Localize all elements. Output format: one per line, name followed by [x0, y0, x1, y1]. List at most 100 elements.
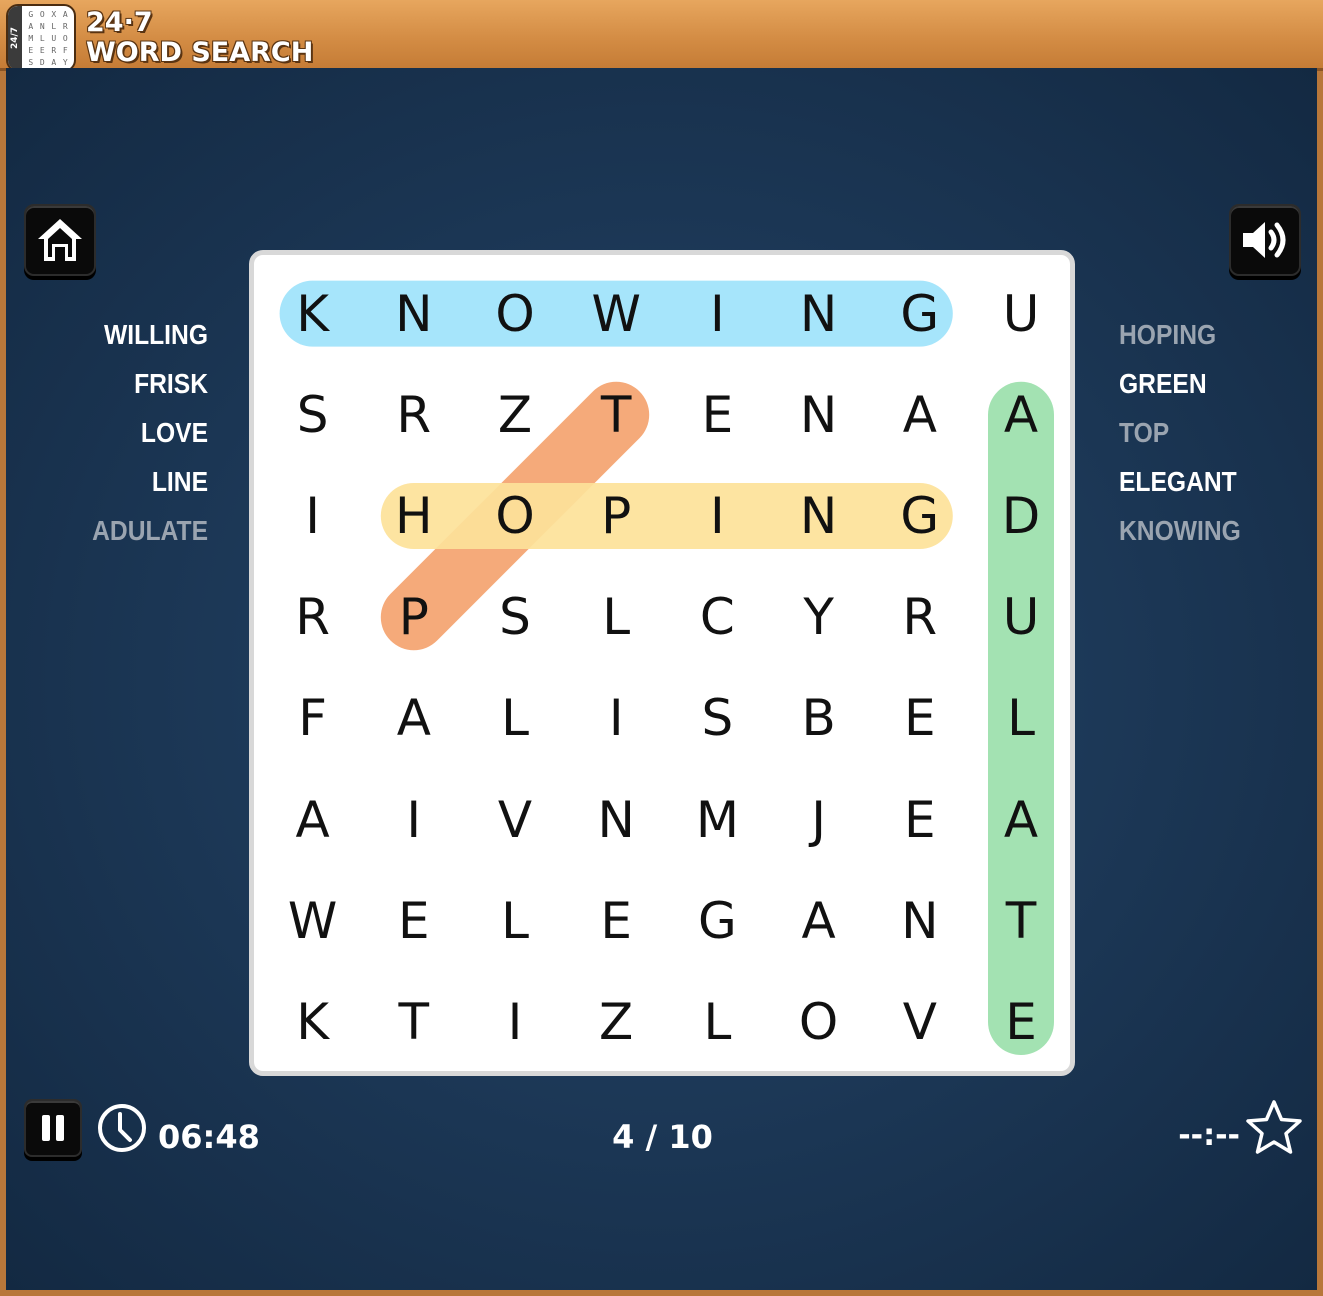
grid-cell[interactable]: L — [667, 972, 767, 1072]
grid-cell[interactable]: K — [263, 264, 363, 364]
grid-cell[interactable]: G — [667, 871, 767, 971]
grid-cell[interactable]: H — [364, 466, 464, 566]
word-list-item: WILLING — [103, 319, 208, 350]
grid-cell[interactable]: B — [769, 668, 869, 768]
grid-cell[interactable]: G — [870, 466, 970, 566]
grid-cell[interactable]: T — [566, 365, 666, 465]
logo-letter: A — [62, 10, 68, 19]
grid-cell[interactable]: E — [870, 770, 970, 870]
grid-cell[interactable]: I — [465, 972, 565, 1072]
grid-cell[interactable]: R — [870, 567, 970, 667]
word-list-item: FRISK — [134, 368, 208, 399]
grid-cell[interactable]: A — [769, 871, 869, 971]
grid-cell[interactable]: A — [971, 770, 1071, 870]
word-list-item: ELEGANT — [1119, 466, 1237, 497]
grid-cell[interactable]: J — [769, 770, 869, 870]
grid-cell[interactable]: U — [971, 567, 1071, 667]
grid-cell[interactable]: K — [263, 972, 363, 1072]
logo-title[interactable]: 24·7 WORD SEARCH — [86, 8, 313, 68]
grid-cell[interactable]: S — [263, 365, 363, 465]
logo-letter: M — [28, 34, 34, 43]
grid-cell[interactable]: V — [870, 972, 970, 1072]
logo-letter: A — [28, 22, 34, 31]
grid-cell[interactable]: A — [364, 668, 464, 768]
grid-cell[interactable]: Z — [465, 365, 565, 465]
grid-cell[interactable]: O — [465, 264, 565, 364]
grid-cell[interactable]: L — [566, 567, 666, 667]
grid-cell[interactable]: I — [263, 466, 363, 566]
grid-cell[interactable]: Z — [566, 972, 666, 1072]
word-list-item: ADULATE — [92, 515, 208, 546]
home-icon — [38, 219, 82, 261]
grid-cell[interactable]: E — [667, 365, 767, 465]
grid-cell[interactable]: T — [364, 972, 464, 1072]
timer: 06:48 — [158, 1118, 260, 1156]
grid-cell[interactable]: D — [971, 466, 1071, 566]
word-grid[interactable]: KNOWINGUSRZTENAAIHOPINGDRPSLCYRUFALISBEL… — [249, 250, 1075, 1076]
grid-cell[interactable]: Y — [769, 567, 869, 667]
word-list-right: HOPING GREEN TOP ELEGANT KNOWING — [1119, 310, 1319, 555]
grid-cell[interactable]: E — [364, 871, 464, 971]
pause-icon — [42, 1115, 64, 1141]
grid-cell[interactable]: O — [769, 972, 869, 1072]
grid-cell[interactable]: P — [566, 466, 666, 566]
grid-cell[interactable]: N — [769, 264, 869, 364]
word-list-item: HOPING — [1119, 319, 1217, 350]
grid-cell[interactable]: I — [667, 466, 767, 566]
grid-cell[interactable]: S — [667, 668, 767, 768]
grid-cell[interactable]: G — [870, 264, 970, 364]
grid-cell[interactable]: R — [364, 365, 464, 465]
logo-letter: R — [62, 22, 68, 31]
grid-cell[interactable]: U — [971, 264, 1071, 364]
top-bar: 24/7 GOXAANLRMLUOEERFSDAY 24·7 WORD SEAR… — [0, 0, 1323, 72]
logo-letter: R — [51, 46, 57, 55]
grid-cell[interactable]: L — [971, 668, 1071, 768]
pause-button[interactable] — [24, 1099, 82, 1157]
logo-letter: O — [62, 34, 68, 43]
logo-title-line2: WORD SEARCH — [86, 37, 314, 68]
logo-letter: N — [39, 22, 45, 31]
best-time: --:-- — [1178, 1118, 1240, 1153]
grid-cell[interactable]: S — [465, 567, 565, 667]
logo-icon[interactable]: 24/7 GOXAANLRMLUOEERFSDAY — [6, 4, 76, 72]
grid-cell[interactable]: F — [263, 668, 363, 768]
grid-cell[interactable]: V — [465, 770, 565, 870]
star-outline-icon[interactable] — [1243, 1098, 1305, 1158]
logo-title-line1: 24·7 — [86, 7, 153, 38]
grid-cell[interactable]: N — [769, 365, 869, 465]
words-found-progress: 4 / 10 — [612, 1118, 713, 1156]
grid-cell[interactable]: W — [263, 871, 363, 971]
grid-cell[interactable]: A — [971, 365, 1071, 465]
grid-cell[interactable]: I — [364, 770, 464, 870]
grid-cell[interactable]: E — [971, 972, 1071, 1072]
grid-cell[interactable]: M — [667, 770, 767, 870]
grid-cell[interactable]: R — [263, 567, 363, 667]
logo-letter: E — [28, 46, 34, 55]
grid-cell[interactable]: A — [263, 770, 363, 870]
grid-cell[interactable]: P — [364, 567, 464, 667]
grid-cell[interactable]: W — [566, 264, 666, 364]
grid-cell[interactable]: I — [566, 668, 666, 768]
word-list-item: TOP — [1119, 417, 1170, 448]
grid-cell[interactable]: L — [465, 668, 565, 768]
grid-cell[interactable]: E — [870, 668, 970, 768]
grid-cell[interactable]: O — [465, 466, 565, 566]
logo-mini-grid: GOXAANLRMLUOEERFSDAY — [25, 9, 71, 67]
logo-letter: L — [51, 22, 57, 31]
grid-cell[interactable]: N — [566, 770, 666, 870]
logo-letter: U — [51, 34, 57, 43]
grid-cell[interactable]: C — [667, 567, 767, 667]
grid-cell[interactable]: T — [971, 871, 1071, 971]
grid-cell[interactable]: N — [870, 871, 970, 971]
grid-cell[interactable]: N — [364, 264, 464, 364]
grid-cell[interactable]: I — [667, 264, 767, 364]
word-list-item: KNOWING — [1119, 515, 1241, 546]
home-button[interactable] — [24, 204, 96, 276]
grid-cell[interactable]: N — [769, 466, 869, 566]
logo-letter: G — [28, 10, 34, 19]
grid-cell[interactable]: A — [870, 365, 970, 465]
clock-icon — [98, 1104, 146, 1152]
sound-button[interactable] — [1229, 204, 1301, 276]
grid-cell[interactable]: E — [566, 871, 666, 971]
grid-cell[interactable]: L — [465, 871, 565, 971]
